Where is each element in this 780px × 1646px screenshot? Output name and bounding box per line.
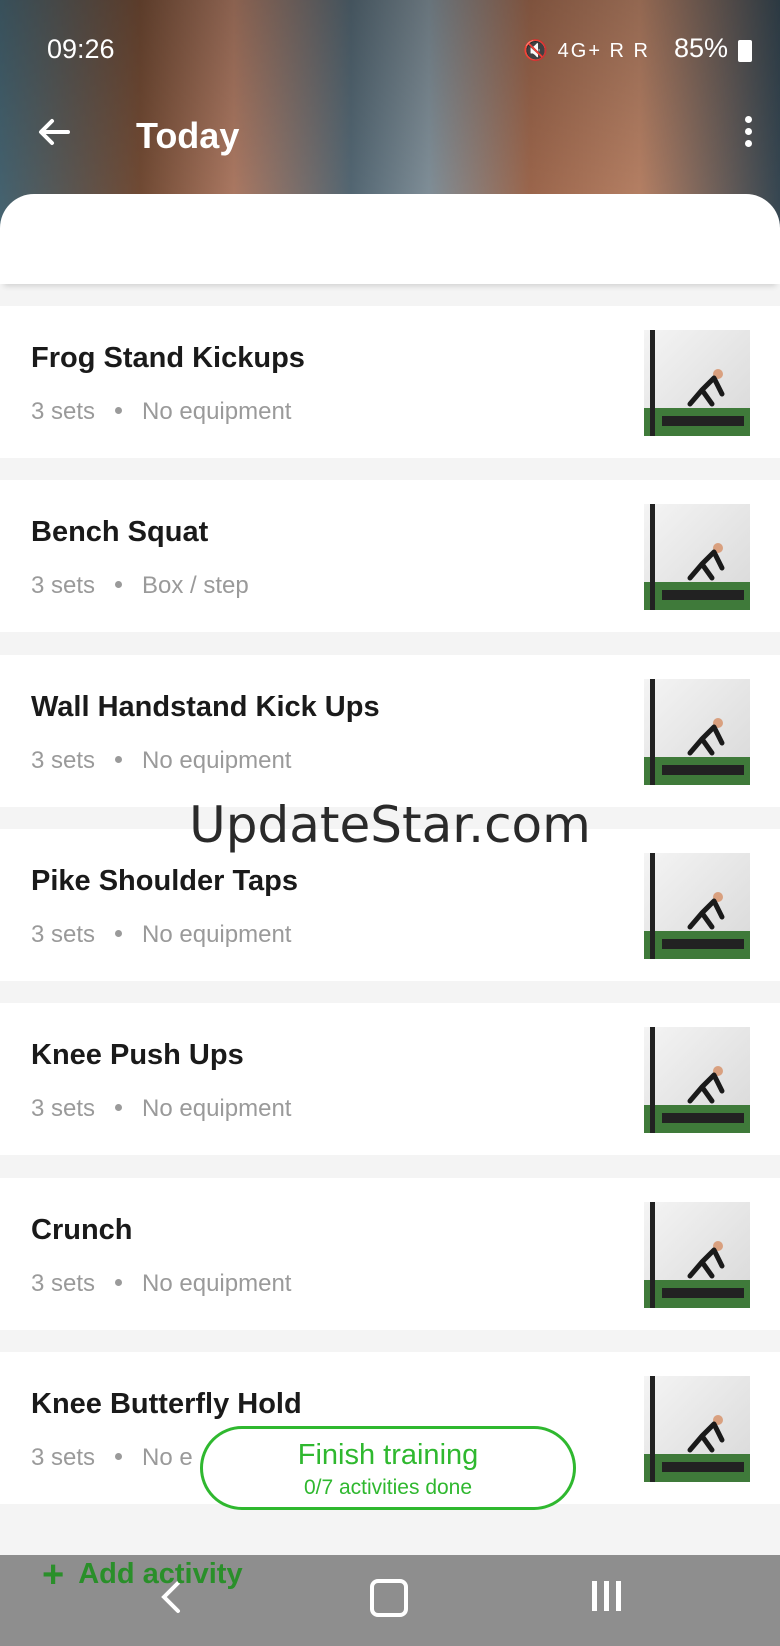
activity-name: Knee Butterfly Hold bbox=[31, 1388, 302, 1420]
separator-dot bbox=[115, 930, 123, 938]
nav-recents-icon[interactable] bbox=[590, 1577, 626, 1613]
finish-training-button[interactable]: Finish training 0/7 activities done bbox=[200, 1426, 576, 1510]
activity-card[interactable]: Crunch 3 sets No equipment bbox=[0, 1178, 780, 1330]
activity-sets: 3 sets bbox=[31, 1444, 96, 1471]
app-bar: Today bbox=[0, 110, 780, 170]
activity-sets: 3 sets bbox=[31, 1095, 96, 1122]
exercise-thumbnail bbox=[644, 504, 750, 610]
battery-icon bbox=[738, 40, 752, 62]
activity-name: Bench Squat bbox=[31, 516, 209, 548]
activity-equipment: No equipment bbox=[142, 1095, 292, 1122]
activities-progress: 0/7 activities done bbox=[303, 1476, 473, 1499]
status-time: 09:26 bbox=[47, 34, 115, 64]
exercise-thumbnail bbox=[644, 330, 750, 436]
activity-equipment: Box / step bbox=[142, 572, 249, 599]
activity-meta: 3 sets Box / step bbox=[31, 572, 249, 600]
back-arrow-icon[interactable] bbox=[34, 112, 74, 152]
separator-dot bbox=[115, 407, 123, 415]
separator-dot bbox=[115, 1104, 123, 1112]
separator-dot bbox=[115, 1279, 123, 1287]
sheet-top bbox=[0, 194, 780, 284]
separator-dot bbox=[115, 581, 123, 589]
activity-meta: 3 sets No equipment bbox=[31, 1270, 291, 1298]
exercise-thumbnail bbox=[644, 679, 750, 785]
activity-name: Pike Shoulder Taps bbox=[31, 865, 298, 897]
finish-training-label: Finish training bbox=[297, 1439, 479, 1471]
activity-card[interactable]: Bench Squat 3 sets Box / step bbox=[0, 480, 780, 632]
exercise-thumbnail bbox=[644, 1376, 750, 1482]
nav-home-icon[interactable] bbox=[370, 1579, 408, 1617]
activity-card[interactable]: Frog Stand Kickups 3 sets No equipment bbox=[0, 306, 780, 458]
exercise-thumbnail bbox=[644, 1027, 750, 1133]
add-activity-button[interactable]: + Add activity bbox=[42, 1554, 243, 1597]
activity-meta: 3 sets No e bbox=[31, 1444, 193, 1472]
activity-sets: 3 sets bbox=[31, 747, 96, 774]
activity-sets: 3 sets bbox=[31, 398, 96, 425]
activity-card[interactable]: Wall Handstand Kick Ups 3 sets No equipmen… bbox=[0, 655, 780, 807]
activity-name: Frog Stand Kickups bbox=[31, 342, 305, 374]
activity-name: Wall Handstand Kick Ups bbox=[31, 691, 380, 723]
activity-sets: 3 sets bbox=[31, 1270, 96, 1297]
page-title: Today bbox=[136, 115, 240, 156]
activity-equipment: No equipment bbox=[142, 1270, 292, 1297]
activity-name: Knee Push Ups bbox=[31, 1039, 244, 1071]
activity-equipment: No equipment bbox=[142, 747, 292, 774]
network-indicators: 4G+ R R bbox=[557, 40, 650, 62]
activity-equipment: No equipment bbox=[142, 921, 292, 948]
activity-meta: 3 sets No equipment bbox=[31, 921, 291, 949]
watermark: UpdateStar.com bbox=[189, 796, 591, 854]
activity-sets: 3 sets bbox=[31, 921, 96, 948]
activity-meta: 3 sets No equipment bbox=[31, 747, 291, 775]
signal-icons: 🔇 4G+ R R bbox=[523, 40, 650, 62]
add-activity-label: Add activity bbox=[78, 1558, 243, 1590]
more-options-icon[interactable] bbox=[738, 116, 758, 156]
activity-equipment: No e bbox=[142, 1444, 193, 1471]
activity-meta: 3 sets No equipment bbox=[31, 1095, 291, 1123]
activity-meta: 3 sets No equipment bbox=[31, 398, 291, 426]
battery-percent: 85% bbox=[673, 33, 728, 63]
plus-icon: + bbox=[42, 1554, 65, 1596]
separator-dot bbox=[115, 1453, 123, 1461]
status-bar: 09:26 🔇 4G+ R R 85% bbox=[0, 30, 780, 70]
exercise-thumbnail bbox=[644, 853, 750, 959]
activity-equipment: No equipment bbox=[142, 398, 292, 425]
activity-name: Crunch bbox=[31, 1214, 133, 1246]
activity-card[interactable]: Knee Push Ups 3 sets No equipment bbox=[0, 1003, 780, 1155]
separator-dot bbox=[115, 756, 123, 764]
exercise-thumbnail bbox=[644, 1202, 750, 1308]
activity-sets: 3 sets bbox=[31, 572, 96, 599]
